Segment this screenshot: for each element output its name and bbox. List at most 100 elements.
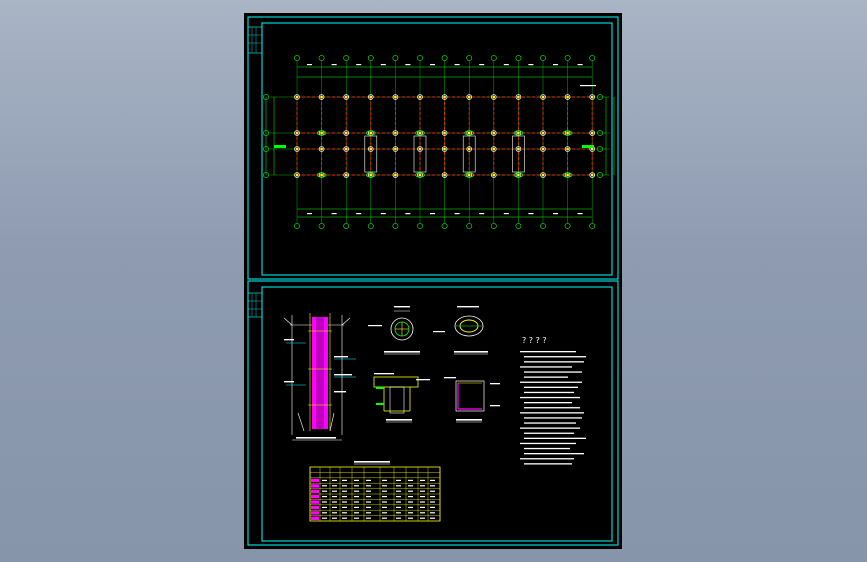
section-mark: [274, 145, 286, 148]
table-cell: [366, 512, 371, 514]
table-cell: [430, 512, 435, 514]
dimension-text: [331, 64, 337, 66]
table-cell: [420, 479, 425, 481]
column-marker: [591, 173, 594, 177]
axis-bubble: [589, 223, 596, 229]
column-marker: [369, 95, 372, 99]
note-line: [524, 432, 574, 434]
table-cell: [322, 506, 327, 508]
column-marker: [418, 131, 422, 135]
dimension-text: [307, 64, 312, 66]
column-marker: [418, 173, 422, 177]
column-marker: [541, 147, 545, 151]
table-cell: [322, 479, 327, 481]
table-cell: [354, 506, 359, 508]
axis-bubble: [417, 223, 423, 229]
axis-bubble: [490, 223, 497, 229]
table-cell: [430, 490, 435, 492]
section-mark-label: [580, 85, 596, 87]
dimension-text: [528, 213, 534, 215]
note-line: [524, 422, 576, 424]
table-cell: [342, 490, 347, 492]
axis-bubble: [564, 55, 571, 61]
column-marker: [394, 147, 397, 151]
notes-heading: ? ? ? ?: [522, 336, 547, 345]
column-marker: [295, 95, 299, 99]
column-marker: [468, 95, 471, 99]
cad-viewport[interactable]: ? ? ? ?: [0, 0, 867, 562]
table-cell: [332, 496, 337, 498]
table-cell: [366, 506, 371, 508]
table-cell-pile-id: [311, 495, 319, 499]
table-cell-pile-id: [311, 511, 319, 515]
column-marker: [320, 147, 323, 151]
table-cell: [366, 485, 371, 487]
table-cell: [382, 512, 387, 514]
note-line: [520, 412, 584, 414]
column-marker: [591, 95, 594, 99]
table-cell: [382, 490, 387, 492]
column-marker: [517, 95, 520, 99]
column-marker: [566, 147, 569, 151]
table-cell: [366, 501, 371, 503]
axis-bubble: [515, 55, 522, 61]
column-marker: [345, 173, 348, 177]
column-marker: [541, 173, 545, 177]
dimension-text: [553, 213, 558, 215]
table-cell: [382, 517, 387, 519]
column-marker: [492, 173, 495, 177]
column-marker: [418, 95, 422, 99]
table-cell: [382, 479, 387, 481]
table-cell: [396, 517, 401, 519]
dimension-text: [528, 64, 534, 66]
table-cell: [332, 490, 337, 492]
column-marker: [394, 173, 397, 177]
table-cell: [396, 496, 401, 498]
table-cell: [396, 485, 401, 487]
table-cell: [354, 501, 359, 503]
dimension-text: [479, 64, 485, 66]
table-cell: [382, 485, 387, 487]
table-cell: [408, 501, 413, 503]
table-cell-pile-id: [311, 500, 319, 504]
table-cell: [408, 496, 413, 498]
axis-bubble: [294, 55, 300, 61]
column-marker: [468, 173, 471, 177]
design-notes: ? ? ? ?: [520, 336, 586, 465]
table-cell-pile-id: [311, 478, 319, 483]
table-cell: [408, 485, 413, 487]
column-marker: [517, 147, 520, 151]
table-cell: [420, 512, 425, 514]
axis-bubble: [589, 55, 596, 61]
pile-schedule: [309, 461, 441, 522]
pile-section-detail: [283, 313, 356, 441]
table-cell: [420, 517, 425, 519]
axis-bubble: [441, 55, 448, 61]
upper-sheet-frame: [247, 16, 619, 280]
table-cell: [342, 479, 347, 481]
column-marker: [443, 131, 446, 135]
column-marker: [541, 131, 545, 135]
column-marker: [320, 95, 323, 99]
note-line: [524, 447, 570, 450]
column-marker: [492, 131, 495, 135]
column-marker: [443, 173, 446, 177]
column-marker: [345, 131, 348, 135]
note-line: [524, 356, 586, 358]
table-cell: [332, 485, 337, 487]
table-cell: [354, 479, 359, 481]
note-line: [520, 427, 580, 429]
table-cell-pile-id: [311, 484, 319, 488]
table-cell: [342, 496, 347, 498]
axis-bubble: [318, 55, 325, 61]
axis-bubble: [318, 223, 325, 229]
note-line: [524, 391, 574, 394]
lower-title-block-icon: [247, 292, 263, 318]
table-cell: [322, 496, 327, 498]
note-line: [524, 437, 586, 439]
table-cell: [430, 485, 435, 487]
axis-bubble: [540, 55, 546, 61]
column-marker: [492, 95, 495, 99]
axis-bubble: [367, 223, 374, 229]
cap-section-2: [444, 377, 500, 423]
